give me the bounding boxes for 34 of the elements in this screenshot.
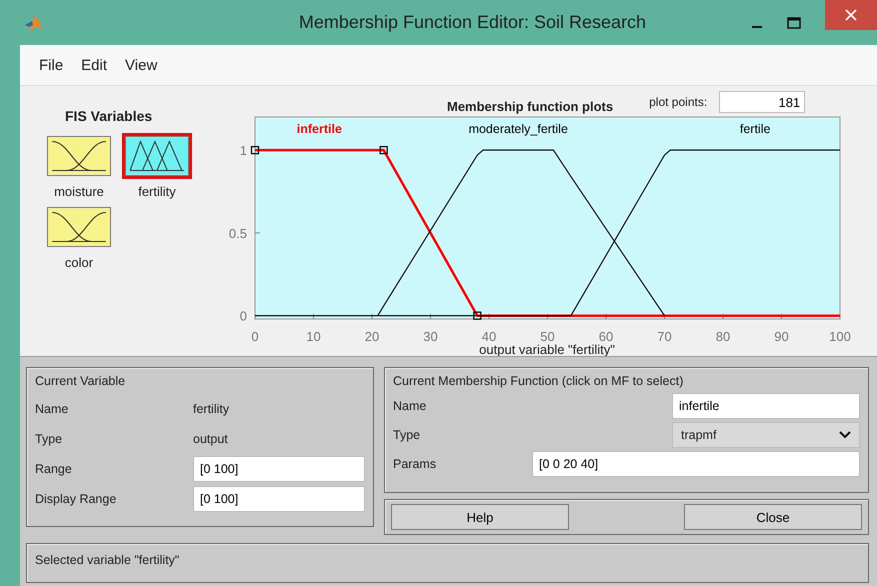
field-label: Name	[393, 399, 426, 413]
field-value: fertility	[193, 402, 230, 416]
axis-tick-label: 0	[251, 329, 259, 344]
axis-tick-label: 40	[482, 329, 496, 344]
axis-tick-label: 70	[657, 329, 672, 344]
axis-tick-label: 30	[423, 329, 438, 344]
axis-tick-label: 1	[240, 143, 247, 158]
axis-tick-label: 20	[364, 329, 380, 344]
variable-label: moisture	[54, 184, 104, 199]
axis-tick-label: 0	[240, 308, 247, 324]
panel-title: Current Variable	[35, 374, 126, 388]
panel-title: FIS Variables	[65, 108, 154, 124]
field-label: Range	[35, 462, 73, 476]
axis-title: output variable "fertility"	[479, 342, 615, 357]
field-value: output	[193, 432, 228, 446]
axis-tick-label: 10	[306, 329, 321, 344]
axis-tick-label: 90	[774, 329, 789, 344]
axis-tick-label: 80	[716, 329, 730, 344]
axis-tick-label: 60	[598, 329, 614, 344]
field-label: Display Range	[35, 492, 118, 506]
axis-tick-label: 100	[829, 329, 851, 344]
field-label: Type	[393, 428, 420, 442]
panel-title: Current Membership Function (click on MF to select)	[393, 374, 684, 388]
axis-tick-label: 50	[540, 329, 555, 344]
field-label: Type	[35, 432, 64, 446]
window-title: Membership Function Editor: Soil Research	[298, 12, 648, 33]
variable-label: color	[64, 255, 94, 270]
axis-tick-label: 0.5	[228, 226, 247, 241]
field-label: Params	[393, 457, 436, 471]
field-label: Name	[35, 402, 70, 416]
status-text: Selected variable "fertility"	[35, 553, 180, 567]
variable-label: fertility	[138, 184, 176, 199]
chart-title: Membership function plots	[447, 98, 614, 114]
field-label: plot points:	[649, 95, 708, 109]
